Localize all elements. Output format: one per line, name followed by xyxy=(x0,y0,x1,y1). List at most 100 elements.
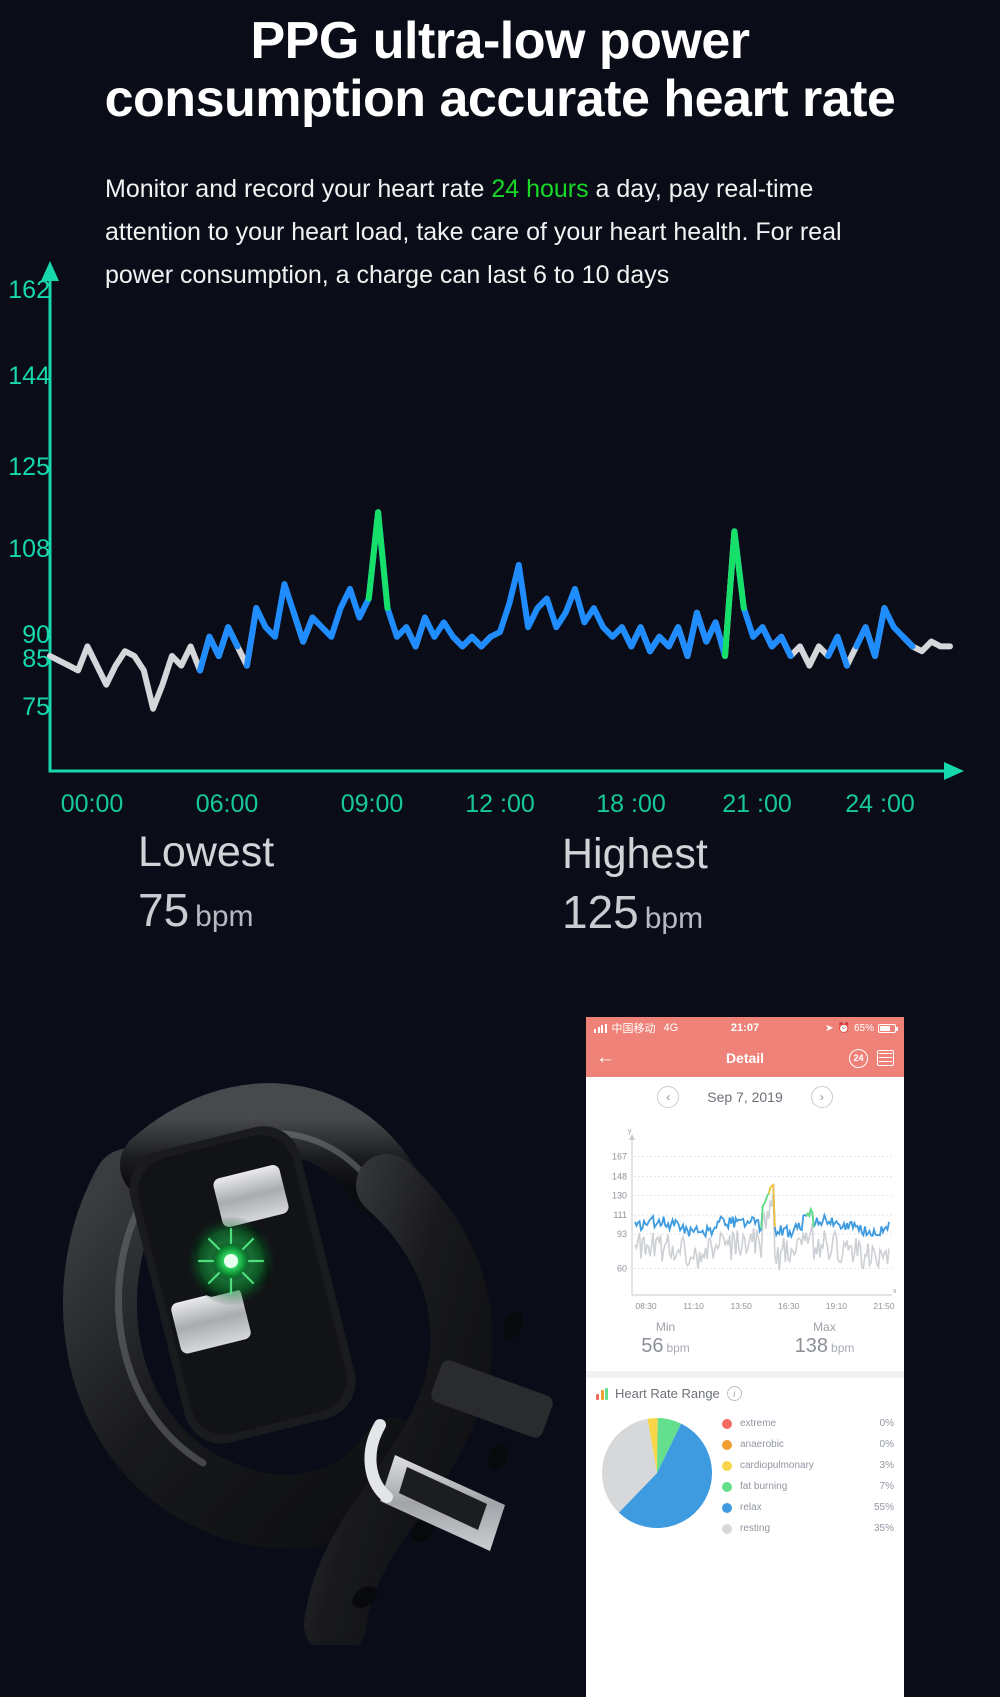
stat-lowest-unit: bpm xyxy=(195,900,254,933)
legend-percent: 7% xyxy=(879,1481,894,1492)
stat-highest-label: Highest xyxy=(562,830,708,878)
back-button[interactable]: ← xyxy=(596,1047,615,1069)
chart-x-tick: 00:00 xyxy=(60,790,124,818)
24h-refresh-icon[interactable]: 24 xyxy=(849,1048,868,1068)
chart-y-axis-labels: 162 144 125 108 90 85 75 xyxy=(0,255,50,775)
status-bar-right: ➤ ⏰ 65% xyxy=(825,1022,898,1034)
chart-x-tick: 06:00 xyxy=(195,790,259,818)
alarm-icon: ⏰ xyxy=(837,1022,850,1034)
legend-color-dot xyxy=(722,1439,732,1450)
svg-text:21:50: 21:50 xyxy=(873,1301,895,1311)
legend-item: fat burning 7% xyxy=(722,1476,894,1497)
signal-bars-icon xyxy=(594,1023,607,1033)
svg-text:93: 93 xyxy=(617,1229,627,1239)
heart-rate-range-header: Heart Rate Range i xyxy=(596,1386,894,1401)
heart-rate-chart: 162 144 125 108 90 85 75 00:00 06:00 09:00 12 :00… xyxy=(0,255,1000,818)
section-divider xyxy=(586,1371,904,1378)
calendar-icon[interactable] xyxy=(877,1050,894,1066)
carrier-label: 中国移动 xyxy=(611,1023,656,1035)
app-max-unit: bpm xyxy=(831,1341,855,1355)
legend-color-dot xyxy=(722,1481,732,1492)
app-min-label: Min xyxy=(655,1320,676,1334)
stat-lowest: Lowest 75 bpm xyxy=(138,828,274,937)
battery-icon xyxy=(878,1023,898,1033)
heart-rate-range-section: Heart Rate Range i extreme 0% anaerobic 0% c… xyxy=(586,1378,904,1539)
stat-lowest-value: 75 xyxy=(138,884,190,936)
app-chart-svg: y x 167 148 130 111 93 60 08:30 11:10 13:50 16:30 19… xyxy=(612,1128,897,1311)
location-arrow-icon: ➤ xyxy=(825,1022,834,1034)
legend-label: fat burning xyxy=(740,1481,788,1492)
headline-line-1: PPG ultra-low power xyxy=(250,12,751,70)
svg-text:y: y xyxy=(628,1128,632,1135)
svg-text:19:10: 19:10 xyxy=(826,1301,848,1311)
legend-color-dot xyxy=(722,1523,732,1534)
headline-line-2: consumption accurate heart rate xyxy=(104,70,896,129)
svg-text:148: 148 xyxy=(612,1171,627,1181)
legend-item: extreme 0% xyxy=(722,1413,894,1434)
app-max-value-row: 138 bpm xyxy=(745,1335,904,1358)
heart-rate-pie-chart xyxy=(596,1407,718,1535)
chart-y-tick: 162 xyxy=(8,275,50,304)
svg-text:x: x xyxy=(893,1288,897,1295)
chart-y-tick: 108 xyxy=(8,534,50,563)
svg-text:11:10: 11:10 xyxy=(683,1301,704,1311)
phone-nav-bar: ← Detail 24 xyxy=(586,1039,904,1077)
heart-rate-range-title: Heart Rate Range xyxy=(615,1386,720,1401)
date-selector: ‹ Sep 7, 2019 › xyxy=(586,1077,904,1117)
chart-x-tick: 18 :00 xyxy=(596,790,666,818)
stat-highest-unit: bpm xyxy=(644,902,704,935)
chart-y-tick: 85 xyxy=(22,644,50,673)
legend-label: resting xyxy=(740,1523,771,1534)
battery-percent-label: 65% xyxy=(853,1022,874,1034)
description-paragraph: Monitor and record your heart rate 24 ho… xyxy=(105,168,895,297)
summary-stats: Lowest 75 bpm Highest 125 bpm xyxy=(0,828,1000,958)
app-max-value: 138 xyxy=(794,1335,829,1357)
app-min-max-row: Min 56 bpm Max 138 bpm xyxy=(586,1317,904,1371)
fitness-band-photo xyxy=(35,985,575,1656)
legend-label: extreme xyxy=(740,1418,777,1429)
legend-color-dot xyxy=(722,1502,732,1513)
info-icon[interactable]: i xyxy=(726,1386,742,1401)
app-max-label: Max xyxy=(813,1320,836,1334)
description-part-1: Monitor and record your heart rate xyxy=(105,175,492,203)
chart-y-tick: 75 xyxy=(22,692,50,721)
app-heart-rate-chart: y x 167 148 130 111 93 60 08:30 11:10 13:50 16:30 19… xyxy=(586,1117,904,1317)
svg-text:08:30: 08:30 xyxy=(635,1301,657,1311)
legend-color-dot xyxy=(722,1418,732,1429)
pie-chart-svg xyxy=(602,1418,713,1529)
prev-day-button[interactable]: ‹ xyxy=(657,1086,680,1108)
svg-text:130: 130 xyxy=(612,1190,627,1200)
svg-text:167: 167 xyxy=(612,1152,627,1162)
stat-highest-value: 125 xyxy=(562,886,639,938)
page-title: PPG ultra-low power consumption accurate… xyxy=(0,12,1000,128)
stat-highest-value-row: 125 bpm xyxy=(562,885,708,939)
legend-percent: 0% xyxy=(879,1418,894,1429)
svg-text:16:30: 16:30 xyxy=(778,1301,800,1311)
heart-rate-chart-svg xyxy=(41,261,964,780)
legend-percent: 35% xyxy=(873,1523,894,1534)
legend-color-dot xyxy=(722,1460,732,1471)
svg-text:13:50: 13:50 xyxy=(731,1301,753,1311)
phone-status-bar: 中国移动 4G 21:07 ➤ ⏰ 65% xyxy=(586,1017,904,1039)
legend-percent: 3% xyxy=(879,1460,894,1471)
network-label: 4G xyxy=(663,1022,679,1034)
legend-item: relax 55% xyxy=(722,1497,894,1518)
chart-y-tick: 144 xyxy=(8,362,50,391)
svg-text:60: 60 xyxy=(617,1264,627,1274)
legend-item: cardiopulmonary 3% xyxy=(722,1455,894,1476)
stat-lowest-label: Lowest xyxy=(138,828,275,876)
legend-item: resting 35% xyxy=(722,1518,894,1539)
chart-y-tick: 125 xyxy=(8,453,50,482)
app-min-stat: Min 56 bpm xyxy=(586,1317,745,1371)
selected-date-label: Sep 7, 2019 xyxy=(707,1089,783,1105)
chart-x-tick: 09:00 xyxy=(340,790,404,818)
promo-page: PPG ultra-low power consumption accurate… xyxy=(0,0,1000,1697)
chart-x-tick: 21 :00 xyxy=(722,790,792,818)
chart-x-tick: 12 :00 xyxy=(465,790,535,818)
app-min-unit: bpm xyxy=(666,1341,690,1355)
app-min-value: 56 xyxy=(641,1335,664,1357)
heart-rate-range-legend: extreme 0% anaerobic 0% cardiopulmonary 3% fat… xyxy=(718,1407,894,1539)
legend-label: relax xyxy=(740,1502,762,1513)
legend-percent: 55% xyxy=(873,1502,894,1513)
next-day-button[interactable]: › xyxy=(810,1086,833,1108)
